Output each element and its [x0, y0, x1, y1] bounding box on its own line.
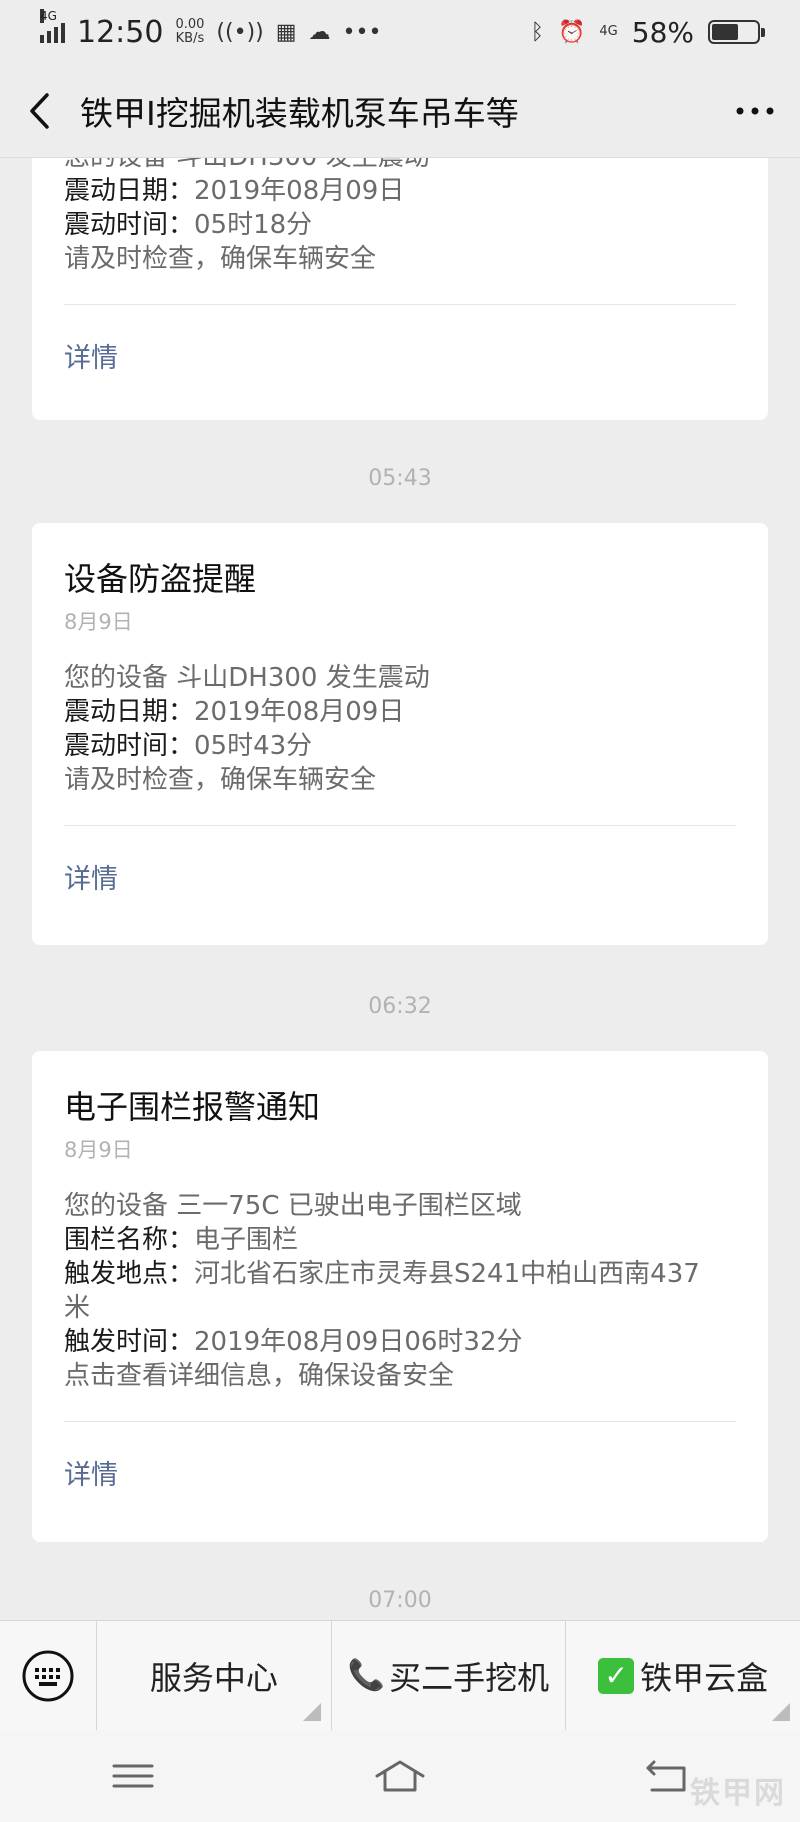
- return-icon: [646, 1760, 686, 1792]
- submenu-indicator-icon: [302, 1702, 321, 1721]
- home-icon: [375, 1760, 425, 1792]
- message-card[interactable]: 设备防盗提醒 8月9日 您的设备 斗山DH300 发生震动 震动日期：2019年…: [32, 523, 768, 945]
- status-time: 12:50: [77, 14, 164, 50]
- weibo-icon: ▦: [275, 19, 297, 45]
- card-body: 您的设备 斗山DH300 发生震动 震动日期：2019年08月09日 震动时间：…: [64, 663, 430, 795]
- hamburger-icon: [112, 1764, 154, 1788]
- net-speed: 0.00 KB/s: [175, 17, 205, 46]
- bluetooth-icon: ᛒ: [530, 19, 544, 45]
- battery-icon: [708, 20, 765, 44]
- card-body: 您的设备 斗山DH300 发生震动 震动日期：2019年08月09日 震动时间：…: [64, 158, 430, 274]
- message-card[interactable]: 电子围栏报警通知 8月9日 您的设备 三一75C 已驶出电子围栏区域 围栏名称：…: [32, 1051, 768, 1542]
- details-link[interactable]: 详情: [32, 1422, 768, 1530]
- phone-icon: 📞: [347, 1658, 386, 1693]
- keyboard-icon: [22, 1650, 74, 1701]
- status-bar: 4G 12:50 0.00 KB/s ((•)) ▦ ☁ ••• ᛒ ⏰ 4G …: [0, 0, 800, 64]
- message-card[interactable]: 您的设备 斗山DH300 发生震动 震动日期：2019年08月09日 震动时间：…: [32, 158, 768, 420]
- timestamp: 05:43: [368, 466, 432, 491]
- card-body: 您的设备 三一75C 已驶出电子围栏区域 围栏名称：电子围栏 触发地点：河北省石…: [64, 1191, 700, 1391]
- page-title: 铁甲I挖掘机装载机泵车吊车等: [80, 93, 519, 133]
- checkmark-icon: ✓: [598, 1657, 635, 1694]
- submenu-indicator-icon: [772, 1702, 791, 1721]
- menu-service-center[interactable]: 服务中心: [96, 1620, 331, 1731]
- card-title: 电子围栏报警通知: [64, 1088, 321, 1126]
- cloud-icon: ☁: [308, 19, 331, 45]
- service-menu-bar: 服务中心 📞 买二手挖机 ✓ 铁甲云盒: [0, 1620, 800, 1731]
- cell-signal-icon: 4G: [40, 9, 65, 43]
- menu-nav-button[interactable]: [73, 1736, 193, 1816]
- hotspot-icon: ((•)): [216, 19, 264, 45]
- card-date: 8月9日: [64, 1138, 133, 1162]
- menu-buy-used-excavator[interactable]: 📞 买二手挖机: [330, 1620, 566, 1731]
- more-notifications-icon: •••: [342, 19, 382, 45]
- nav-bar: 铁甲I挖掘机装载机泵车吊车等: [0, 64, 800, 158]
- alarm-icon: ⏰: [558, 19, 586, 45]
- message-list[interactable]: 您的设备 斗山DH300 发生震动 震动日期：2019年08月09日 震动时间：…: [0, 158, 800, 1620]
- battery-percent: 58%: [631, 15, 694, 49]
- chevron-left-icon: [30, 92, 49, 129]
- back-button[interactable]: [0, 64, 80, 158]
- home-nav-button[interactable]: [340, 1736, 460, 1816]
- watermark: 铁甲网: [690, 1776, 786, 1811]
- more-dots-icon: [736, 107, 774, 114]
- details-link[interactable]: 详情: [32, 826, 768, 934]
- keyboard-toggle-button[interactable]: [0, 1621, 96, 1731]
- card-date: 8月9日: [64, 610, 133, 634]
- timestamp: 06:32: [368, 994, 432, 1019]
- card-title: 设备防盗提醒: [64, 560, 257, 598]
- timestamp: 07:00: [368, 1588, 432, 1613]
- network-type: 4G: [599, 24, 618, 39]
- menu-tiejia-cloud-box[interactable]: ✓ 铁甲云盒: [565, 1620, 800, 1731]
- details-link[interactable]: 详情: [32, 305, 768, 413]
- more-options-button[interactable]: [710, 64, 800, 158]
- system-nav-bar: 铁甲网: [0, 1730, 800, 1822]
